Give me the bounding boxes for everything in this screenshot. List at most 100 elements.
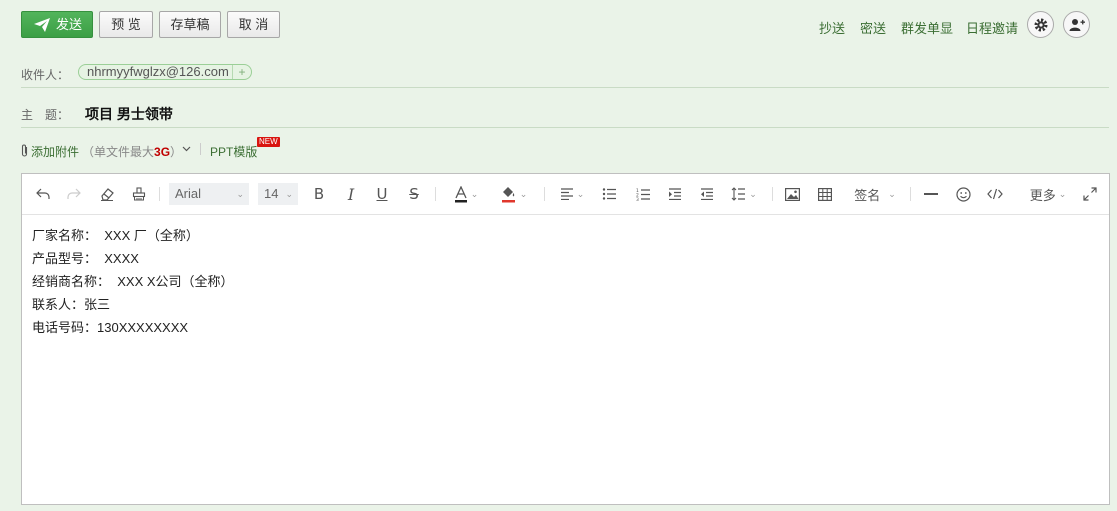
format-painter-button[interactable] [130, 184, 148, 204]
highlight-color-button[interactable]: ⌄ [496, 184, 532, 204]
chevron-down-icon: ⌄ [576, 188, 585, 199]
new-badge: NEW [257, 137, 280, 147]
font-family-select[interactable]: Arial ⌄ [169, 183, 249, 205]
body-line: 电话号码：130XXXXXXXX [32, 320, 189, 335]
more-button[interactable]: 更多 ⌄ [1028, 184, 1068, 204]
gear-icon [1034, 18, 1048, 32]
divider [772, 187, 773, 201]
table-icon [818, 187, 832, 201]
chevron-down-icon: ⌄ [888, 188, 896, 199]
body-line: 联系人：张三 [32, 297, 111, 312]
clear-format-button[interactable] [98, 184, 116, 204]
font-color-button[interactable]: ⌄ [449, 184, 483, 204]
divider [21, 87, 1109, 88]
body-line: 产品型号： XXXX [32, 251, 139, 266]
redo-icon [67, 188, 81, 199]
recipient-label: 收件人： [21, 68, 70, 82]
attachment-limit-value: 3G [154, 145, 171, 159]
bold-button[interactable]: B [310, 184, 328, 204]
indent-icon [669, 188, 681, 200]
undo-icon [36, 188, 50, 199]
recipient-chip[interactable]: nhrmyyfwglzx@126.com + [78, 64, 252, 80]
font-size-value: 14 [264, 186, 279, 201]
chevron-down-icon: ⌄ [1058, 188, 1067, 199]
send-button[interactable]: 发送 [21, 11, 93, 38]
add-attachment-link[interactable]: 添加附件 [31, 143, 79, 160]
divider [544, 187, 545, 201]
font-family-value: Arial [175, 186, 202, 201]
divider [159, 187, 160, 201]
underline-button[interactable]: U [373, 184, 391, 204]
underline-icon: U [376, 185, 388, 203]
attachment-limit-prefix: （单文件最大 [82, 145, 155, 159]
redo-button[interactable] [65, 184, 83, 204]
rich-text-editor: Arial ⌄ 14 ⌄ B I U S ⌄ ⌄ ⌄ 1 2 3 ⌄ 签名 ⌄ … [21, 173, 1110, 505]
attachment-limit-suffix: ） [170, 145, 183, 159]
numbered-list-icon: 123 [636, 188, 650, 201]
strikethrough-button[interactable]: S [405, 184, 423, 204]
chevron-down-icon: ⌄ [285, 189, 293, 199]
source-code-button[interactable] [986, 184, 1004, 204]
outdent-icon [701, 188, 713, 200]
divider [200, 143, 201, 155]
align-button[interactable]: ⌄ [556, 184, 588, 204]
subject-input[interactable]: 项目 男士领带 [85, 104, 173, 124]
eraser-icon [101, 188, 114, 201]
outdent-button[interactable] [698, 184, 716, 204]
format-painter-icon [132, 187, 146, 201]
expand-icon [1083, 187, 1097, 201]
recipient-email: nhrmyyfwglzx@126.com [87, 64, 229, 79]
chevron-down-icon: ⌄ [470, 188, 479, 199]
chevron-down-icon[interactable] [182, 146, 191, 152]
chevron-down-icon: ⌄ [519, 188, 528, 199]
numbered-list-button[interactable]: 123 [634, 184, 652, 204]
chevron-down-icon: ⌄ [749, 188, 757, 199]
cc-link[interactable]: 抄送 [819, 18, 845, 37]
attachment-limit: （单文件最大3G） [82, 143, 182, 160]
fullscreen-button[interactable] [1081, 184, 1099, 204]
font-color-icon [454, 185, 467, 202]
add-user-icon [1069, 19, 1085, 31]
italic-button[interactable]: I [342, 184, 360, 204]
editor-toolbar: Arial ⌄ 14 ⌄ B I U S ⌄ ⌄ ⌄ 1 2 3 ⌄ 签名 ⌄ … [22, 174, 1109, 215]
bold-icon: B [313, 185, 325, 203]
add-contact-button[interactable] [1063, 11, 1090, 38]
highlight-color-icon [501, 186, 515, 202]
preview-button[interactable]: 预 览 [99, 11, 153, 38]
insert-image-button[interactable] [783, 184, 801, 204]
group-send-link[interactable]: 群发单显 [901, 18, 953, 37]
line-height-icon [731, 187, 746, 201]
line-height-button[interactable]: ⌄ [728, 184, 760, 204]
bcc-link[interactable]: 密送 [860, 18, 886, 37]
insert-table-button[interactable] [816, 184, 834, 204]
svg-text:3: 3 [636, 197, 639, 201]
indent-button[interactable] [666, 184, 684, 204]
undo-button[interactable] [34, 184, 52, 204]
code-icon [987, 188, 1003, 200]
horizontal-rule-icon [924, 193, 938, 195]
divider [21, 127, 1109, 128]
bullet-list-button[interactable] [600, 184, 618, 204]
chevron-down-icon: ⌄ [236, 189, 244, 199]
align-left-icon [560, 188, 573, 200]
send-button-label: 发送 [56, 17, 83, 32]
cancel-button[interactable]: 取 消 [227, 11, 280, 38]
ppt-template-link[interactable]: PPT模版 [210, 143, 257, 160]
horizontal-rule-button[interactable] [922, 184, 940, 204]
image-icon [784, 187, 800, 201]
schedule-invite-link[interactable]: 日程邀请 [966, 18, 1018, 37]
emoji-button[interactable] [954, 184, 972, 204]
bullet-list-icon [602, 188, 616, 200]
signature-label: 签名 [854, 187, 881, 203]
body-line: 厂家名称： XXX 厂（全称） [32, 228, 199, 243]
font-size-select[interactable]: 14 ⌄ [258, 183, 298, 205]
divider [910, 187, 911, 201]
more-label: 更多 [1029, 187, 1056, 203]
strikethrough-icon: S [409, 185, 419, 203]
add-recipient-button[interactable]: + [232, 65, 251, 79]
settings-button[interactable] [1027, 11, 1054, 38]
email-body[interactable]: 厂家名称： XXX 厂（全称） 产品型号： XXXX 经销商名称： XXX X公… [32, 224, 234, 339]
signature-button[interactable]: 签名 ⌄ [852, 184, 898, 204]
subject-label: 主 题： [21, 108, 70, 122]
save-draft-button[interactable]: 存草稿 [159, 11, 221, 38]
